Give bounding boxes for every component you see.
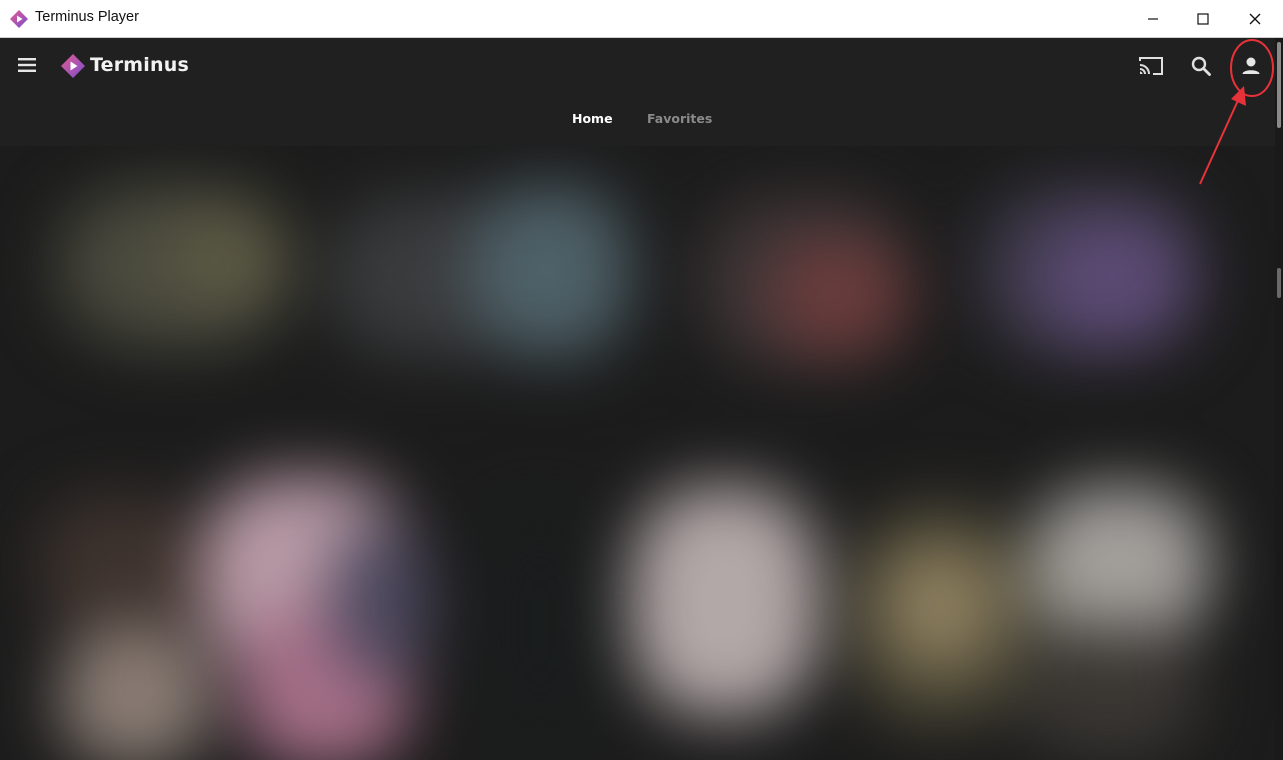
search-icon <box>1191 56 1211 76</box>
menu-button[interactable] <box>14 54 40 76</box>
user-profile-button[interactable] <box>1236 52 1266 80</box>
minimize-button[interactable] <box>1128 0 1178 38</box>
search-button[interactable] <box>1186 52 1216 80</box>
title-bar: Terminus Player <box>0 0 1283 38</box>
hamburger-menu-icon <box>18 58 36 72</box>
cast-icon <box>1139 57 1163 75</box>
tab-bar: Home Favorites <box>0 111 1283 131</box>
app-window: Terminus Player Terminus Home Favorites <box>0 0 1283 760</box>
vertical-scrollbar[interactable] <box>1275 38 1283 760</box>
logo-text[interactable]: Terminus <box>90 54 189 76</box>
window-title: Terminus Player <box>35 9 139 25</box>
app-logo-icon <box>10 10 28 28</box>
blurred-media-grid <box>0 146 1275 760</box>
close-button[interactable] <box>1230 0 1280 38</box>
tab-home[interactable]: Home <box>572 111 613 126</box>
scrollbar-thumb[interactable] <box>1277 42 1281 128</box>
user-profile-icon <box>1242 57 1260 74</box>
close-icon <box>1249 13 1261 25</box>
maximize-button[interactable] <box>1178 0 1228 38</box>
app-header: Terminus Home Favorites <box>0 38 1283 146</box>
terminus-logo-icon <box>61 54 85 78</box>
minimize-icon <box>1148 18 1158 20</box>
scrollbar-marker <box>1277 268 1281 298</box>
maximize-icon <box>1197 13 1209 25</box>
content-area <box>0 146 1275 760</box>
cast-button[interactable] <box>1136 52 1166 80</box>
tab-favorites[interactable]: Favorites <box>647 111 712 126</box>
